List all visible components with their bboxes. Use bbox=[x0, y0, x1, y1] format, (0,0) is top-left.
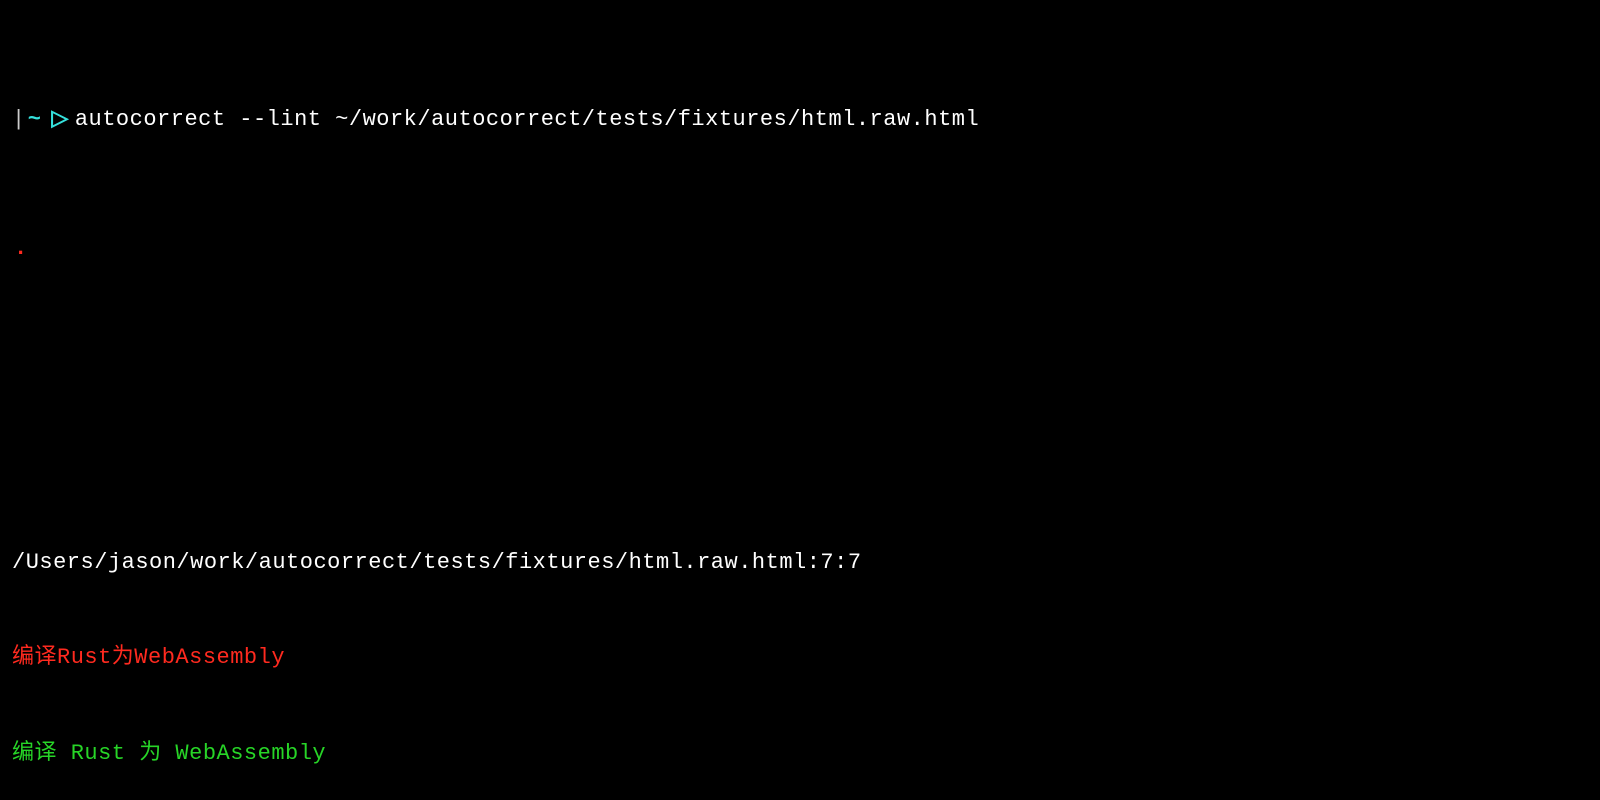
file-location: /Users/jason/work/autocorrect/tests/fixt… bbox=[12, 547, 1588, 579]
prompt-line[interactable]: | ~ ▷ autocorrect --lint ~/work/autocorr… bbox=[12, 104, 1588, 136]
command-text: autocorrect --lint ~/work/autocorrect/te… bbox=[75, 104, 979, 136]
progress-dot: . bbox=[12, 233, 1588, 265]
incorrect-text: 编译Rust为WebAssembly bbox=[12, 642, 1588, 674]
lint-result: /Users/jason/work/autocorrect/tests/fixt… bbox=[12, 483, 1588, 800]
prompt-arrow-icon: ▷ bbox=[51, 104, 68, 136]
blank-line bbox=[12, 361, 1588, 387]
corrected-text: 编译 Rust 为 WebAssembly bbox=[12, 738, 1588, 770]
cwd-tilde: ~ bbox=[28, 104, 42, 136]
terminal-output: | ~ ▷ autocorrect --lint ~/work/autocorr… bbox=[0, 0, 1600, 800]
cursor-stub: | bbox=[12, 104, 26, 136]
